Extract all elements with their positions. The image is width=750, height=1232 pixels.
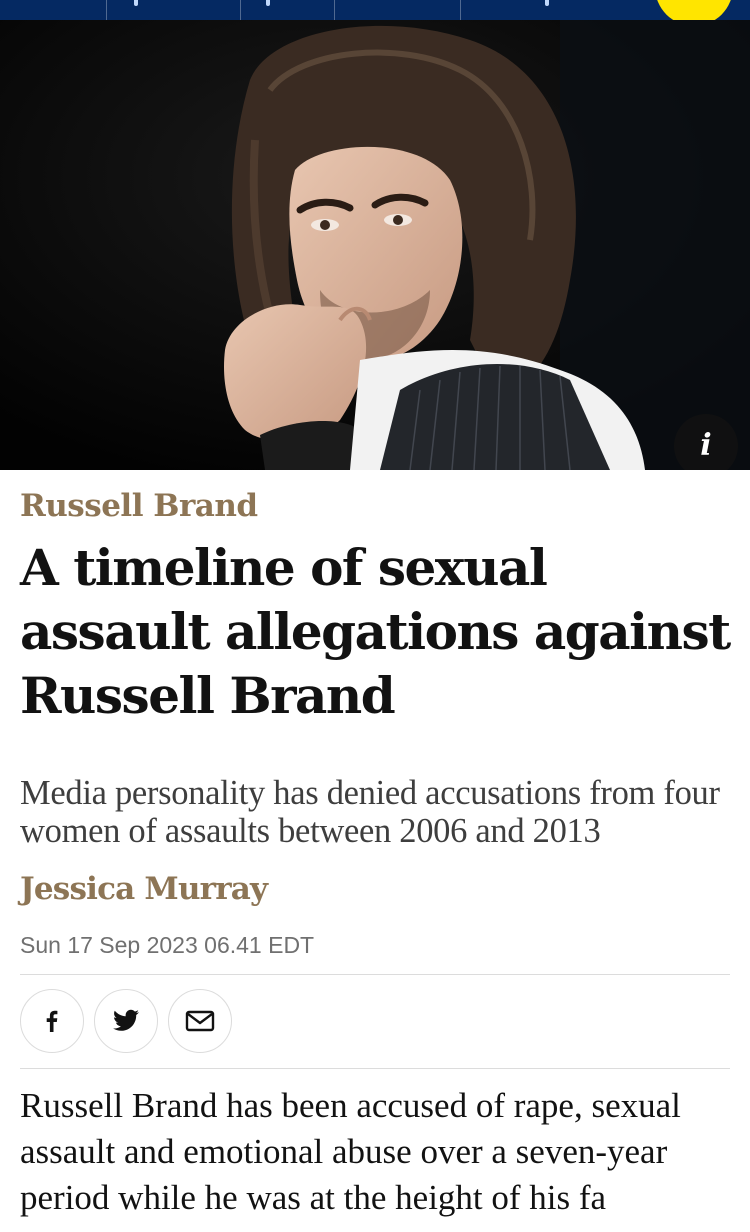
hero-photo-illustration: [0, 20, 750, 470]
share-twitter-button[interactable]: [94, 989, 158, 1053]
top-nav: [0, 0, 750, 20]
image-info-button[interactable]: i: [674, 414, 738, 470]
nav-pillar-marker[interactable]: [545, 0, 549, 6]
nav-divider: [334, 0, 335, 20]
section-kicker-link[interactable]: Russell Brand: [20, 488, 258, 524]
nav-divider: [106, 0, 107, 20]
hero-image: i: [0, 20, 750, 470]
info-icon: i: [700, 428, 712, 463]
share-email-button[interactable]: [168, 989, 232, 1053]
twitter-icon: [113, 1009, 139, 1031]
article-body-paragraph: Russell Brand has been accused of rape, …: [20, 1086, 681, 1217]
nav-pillar-marker[interactable]: [266, 0, 270, 6]
share-facebook-button[interactable]: [20, 989, 84, 1053]
page-title: A timeline of sexual assault allegations…: [20, 538, 731, 725]
nav-divider: [240, 0, 241, 20]
facebook-icon: [46, 1010, 58, 1032]
author-link[interactable]: Jessica Murray: [20, 871, 268, 907]
article-standfirst: Media personality has denied accusations…: [20, 774, 720, 850]
nav-divider: [460, 0, 461, 20]
nav-pillar-marker[interactable]: [134, 0, 138, 6]
divider: [20, 974, 730, 975]
publish-date: Sun 17 Sep 2023 06.41 EDT: [20, 932, 315, 958]
divider: [20, 1068, 730, 1069]
email-icon: [185, 1010, 215, 1032]
